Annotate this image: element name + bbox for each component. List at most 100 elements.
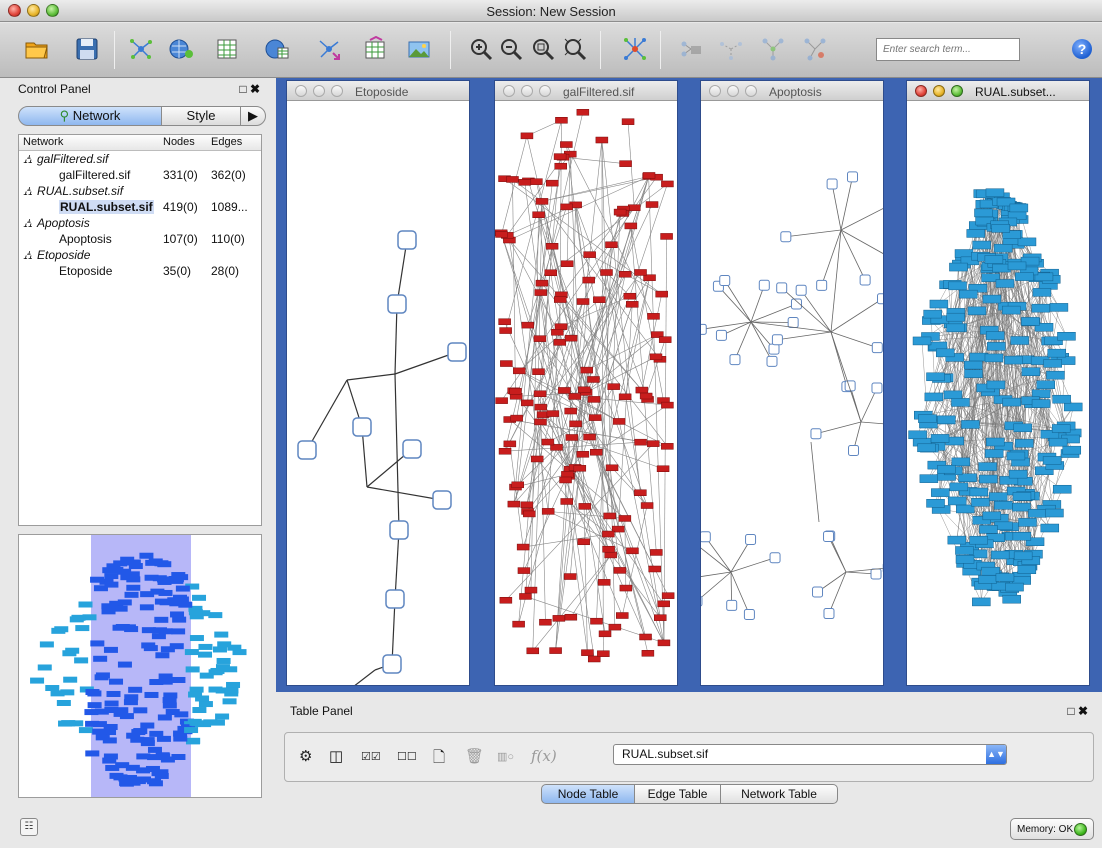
overview-node: [103, 646, 118, 653]
maximize-network-window-button[interactable]: [745, 85, 757, 97]
column-nodes[interactable]: Nodes: [163, 136, 195, 148]
minimize-network-window-button[interactable]: [933, 85, 945, 97]
network-window-apoptosis[interactable]: Apoptosis: [700, 80, 884, 686]
float-panel-icon[interactable]: □: [1067, 704, 1074, 718]
overview-node: [154, 769, 169, 776]
network-row[interactable]: Etoposide 35(0) 28(0): [19, 263, 261, 279]
save-session-icon[interactable]: [72, 34, 102, 64]
network-window-titlebar[interactable]: galFiltered.sif: [495, 81, 677, 101]
trash-icon[interactable]: 🗑: [465, 747, 484, 765]
show-all-icon[interactable]: [758, 34, 788, 64]
column-edges[interactable]: Edges: [211, 136, 242, 148]
network-node: [661, 401, 674, 409]
gear-icon[interactable]: ⚙: [299, 747, 312, 765]
tab-edge-table[interactable]: Edge Table: [634, 784, 721, 804]
network-collection-row[interactable]: ⛼ Apoptosis: [19, 215, 261, 231]
network-node: [583, 251, 596, 258]
help-icon[interactable]: ?: [1072, 39, 1092, 59]
minimize-network-window-button[interactable]: [313, 85, 325, 97]
network-row[interactable]: galFiltered.sif 331(0) 362(0): [19, 167, 261, 183]
new-column-icon[interactable]: 🗋: [433, 747, 445, 772]
memory-status-button[interactable]: Memory: OK: [1010, 818, 1094, 840]
export-network-icon[interactable]: [314, 34, 344, 64]
select-all-attributes-icon[interactable]: ☑☑: [361, 750, 381, 763]
minimize-network-window-button[interactable]: [727, 85, 739, 97]
network-window-rual-subset[interactable]: RUAL.subset...: [906, 80, 1090, 686]
network-collection-row[interactable]: ⛼ RUAL.subset.sif: [19, 183, 261, 199]
close-network-window-button[interactable]: [503, 85, 515, 97]
overview-node: [45, 685, 60, 692]
maximize-network-window-button[interactable]: [951, 85, 963, 97]
network-window-titlebar[interactable]: Apoptosis: [701, 81, 883, 101]
close-network-window-button[interactable]: [295, 85, 307, 97]
overview-node: [63, 676, 78, 683]
network-node: [995, 573, 1015, 582]
search-input[interactable]: [876, 38, 1020, 61]
maximize-network-window-button[interactable]: [331, 85, 343, 97]
network-node: [812, 586, 824, 598]
network-node-count: 419(0): [163, 200, 198, 214]
export-table-icon[interactable]: [360, 34, 390, 64]
tab-network-table[interactable]: Network Table: [720, 784, 838, 804]
network-canvas[interactable]: [495, 102, 677, 685]
network-canvas[interactable]: [701, 102, 883, 685]
tab-node-table[interactable]: Node Table: [541, 784, 635, 804]
import-table-file-icon[interactable]: [212, 34, 242, 64]
more-tabs-button[interactable]: ▶: [240, 106, 266, 126]
collection-name: RUAL.subset.sif: [37, 184, 124, 198]
overview-node: [139, 604, 154, 611]
import-table-url-icon[interactable]: [262, 34, 292, 64]
network-window-etoposide[interactable]: Etoposide: [286, 80, 470, 686]
network-node: [972, 240, 991, 250]
apply-layout-icon[interactable]: [620, 34, 650, 64]
function-builder-button[interactable]: f(x): [531, 747, 557, 765]
close-network-window-button[interactable]: [915, 85, 927, 97]
table-network-select[interactable]: RUAL.subset.sif ▲▼: [613, 744, 1007, 765]
zoom-selected-icon[interactable]: [528, 34, 558, 64]
network-collection-row[interactable]: ⛼ Etoposide: [19, 247, 261, 263]
network-window-titlebar[interactable]: Etoposide: [287, 81, 469, 101]
import-network-url-icon[interactable]: [166, 34, 196, 64]
network-window-title: Apoptosis: [769, 85, 822, 99]
minimize-network-window-button[interactable]: [521, 85, 533, 97]
column-layout-icon[interactable]: ◫: [329, 747, 343, 765]
network-edge: [750, 321, 773, 362]
network-overview[interactable]: [18, 534, 262, 798]
overview-node: [133, 707, 148, 714]
overview-node: [126, 584, 141, 591]
close-panel-icon[interactable]: ✖: [1078, 704, 1088, 718]
hide-selected-icon[interactable]: [716, 34, 746, 64]
zoom-fit-icon[interactable]: [560, 34, 590, 64]
hide-nodes-icon[interactable]: [800, 34, 830, 64]
zoom-in-icon[interactable]: [466, 34, 496, 64]
column-network[interactable]: Network: [23, 136, 63, 148]
network-node: [961, 420, 980, 429]
network-canvas[interactable]: [907, 102, 1089, 685]
maximize-network-window-button[interactable]: [539, 85, 551, 97]
first-neighbors-icon[interactable]: [676, 34, 706, 64]
tab-style[interactable]: Style: [161, 106, 241, 126]
tab-network[interactable]: ⚲ Network: [18, 106, 162, 126]
network-canvas[interactable]: [287, 102, 469, 685]
open-session-icon[interactable]: [22, 34, 52, 64]
export-image-icon[interactable]: [404, 34, 434, 64]
close-network-window-button[interactable]: [709, 85, 721, 97]
link-table-icon[interactable]: ▥○: [497, 750, 514, 763]
network-row[interactable]: Apoptosis 107(0) 110(0): [19, 231, 261, 247]
network-node: [1032, 288, 1052, 297]
control-panel-window-icons: □ ✖: [239, 82, 260, 96]
import-network-file-icon[interactable]: [126, 34, 156, 64]
overview-node: [175, 585, 190, 592]
task-history-icon[interactable]: ☷: [20, 818, 38, 836]
network-row-selected[interactable]: RUAL.subset.sif 419(0) 1089...: [19, 199, 261, 215]
float-panel-icon[interactable]: □: [239, 82, 246, 96]
zoom-out-icon[interactable]: [496, 34, 526, 64]
deselect-all-attributes-icon[interactable]: ☐☐: [397, 750, 417, 763]
network-node: [402, 439, 422, 459]
network-window-galfiltered[interactable]: galFiltered.sif: [494, 80, 678, 686]
network-collection-row[interactable]: ⛼ galFiltered.sif: [19, 151, 261, 167]
network-window-titlebar[interactable]: RUAL.subset...: [907, 81, 1089, 101]
network-node: [635, 386, 649, 394]
close-panel-icon[interactable]: ✖: [250, 82, 260, 96]
network-edge: [840, 229, 883, 254]
